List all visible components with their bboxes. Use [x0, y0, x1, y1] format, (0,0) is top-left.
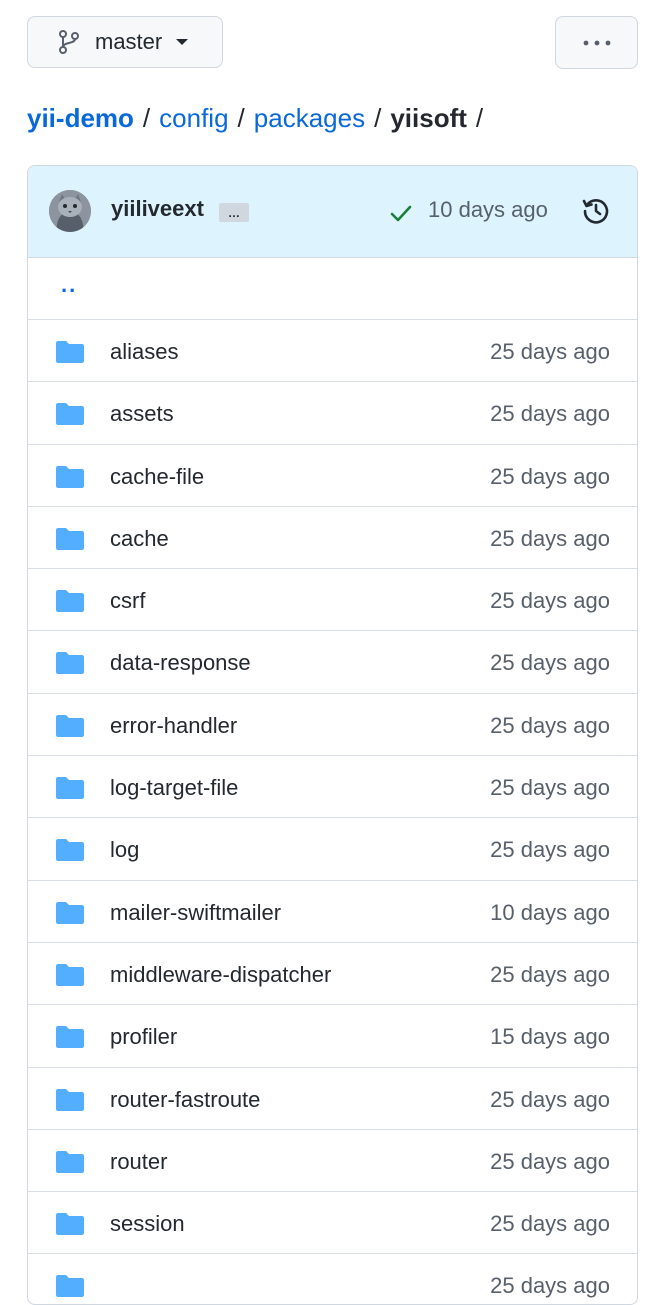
- history-icon[interactable]: [581, 196, 611, 226]
- chevron-down-icon: [176, 39, 189, 45]
- latest-commit-bar: yiiliveext … 10 days ago: [28, 166, 637, 258]
- file-name-link[interactable]: error-handler: [110, 713, 237, 739]
- folder-icon: [55, 714, 85, 738]
- breadcrumb-separator: /: [142, 102, 151, 133]
- folder-icon: [55, 651, 85, 675]
- parent-directory-row[interactable]: ..: [28, 258, 637, 320]
- file-commit-age[interactable]: 25 days ago: [490, 526, 610, 552]
- file-commit-age[interactable]: 25 days ago: [490, 713, 610, 739]
- file-row[interactable]: log-target-file 25 days ago: [28, 756, 637, 819]
- file-commit-age[interactable]: 25 days ago: [490, 962, 610, 988]
- expand-commit-message-button[interactable]: …: [219, 203, 249, 222]
- folder-icon: [55, 1025, 85, 1049]
- file-row[interactable]: cache 25 days ago: [28, 507, 637, 570]
- folder-icon: [55, 402, 85, 426]
- file-name-link[interactable]: mailer-swiftmailer: [110, 900, 281, 926]
- file-row[interactable]: data-response 25 days ago: [28, 631, 637, 694]
- breadcrumb-separator: /: [237, 102, 245, 133]
- file-commit-age[interactable]: 25 days ago: [490, 464, 610, 490]
- folder-icon: [55, 963, 85, 987]
- file-row[interactable]: profiler 15 days ago: [28, 1005, 637, 1068]
- branch-name: master: [95, 29, 163, 54]
- folder-icon: [55, 1212, 85, 1236]
- breadcrumb-repo-link[interactable]: yii-demo: [27, 103, 134, 134]
- folder-icon: [55, 589, 85, 613]
- file-name-link[interactable]: router-fastroute: [110, 1087, 260, 1113]
- file-name-link[interactable]: cache: [110, 526, 169, 552]
- folder-icon: [55, 527, 85, 551]
- folder-icon: [55, 465, 85, 489]
- git-branch-icon: [58, 29, 80, 55]
- folder-icon: [55, 901, 85, 925]
- branch-select-button[interactable]: master: [27, 16, 223, 68]
- file-name-link[interactable]: log: [110, 837, 139, 863]
- file-name-link[interactable]: log-target-file: [110, 775, 238, 801]
- file-row[interactable]: csrf 25 days ago: [28, 569, 637, 632]
- file-name-link[interactable]: data-response: [110, 650, 251, 676]
- check-icon[interactable]: [389, 201, 413, 225]
- file-name-link[interactable]: middleware-dispatcher: [110, 962, 331, 988]
- file-commit-age[interactable]: 25 days ago: [490, 588, 610, 614]
- commit-author-link[interactable]: yiiliveext: [111, 196, 204, 222]
- file-commit-age[interactable]: 25 days ago: [490, 1087, 610, 1113]
- parent-directory-link[interactable]: ..: [61, 272, 77, 298]
- file-commit-age[interactable]: 25 days ago: [490, 650, 610, 676]
- file-name-link[interactable]: profiler: [110, 1024, 177, 1050]
- file-browser: yiiliveext … 10 days ago .. aliases 25 da…: [27, 165, 638, 1305]
- file-commit-age[interactable]: 25 days ago: [490, 1211, 610, 1237]
- folder-icon: [55, 1274, 85, 1298]
- file-name-link[interactable]: session: [110, 1211, 185, 1237]
- breadcrumb-current: yiisoft: [390, 102, 467, 133]
- file-list: aliases 25 days ago assets 25 days ago cache…: [28, 320, 637, 1304]
- file-row[interactable]: cache-file 25 days ago: [28, 445, 637, 507]
- breadcrumb-packages-link[interactable]: packages: [254, 103, 365, 134]
- file-row[interactable]: log 25 days ago: [28, 818, 637, 881]
- file-commit-age[interactable]: 25 days ago: [490, 1273, 610, 1299]
- file-row[interactable]: router 25 days ago: [28, 1130, 637, 1193]
- breadcrumb-separator: /: [374, 102, 382, 133]
- folder-icon: [55, 776, 85, 800]
- file-row[interactable]: assets 25 days ago: [28, 382, 637, 445]
- file-commit-age[interactable]: 25 days ago: [490, 339, 610, 365]
- file-commit-age[interactable]: 15 days ago: [490, 1024, 610, 1050]
- file-commit-age[interactable]: 25 days ago: [490, 837, 610, 863]
- folder-icon: [55, 1088, 85, 1112]
- file-commit-age[interactable]: 25 days ago: [490, 401, 610, 427]
- breadcrumb-separator: /: [475, 102, 484, 133]
- file-row[interactable]: session 25 days ago: [28, 1192, 637, 1255]
- file-name-link[interactable]: csrf: [110, 588, 145, 614]
- breadcrumb: yii-demo / config / packages / yiisoft /: [27, 100, 492, 136]
- file-commit-age[interactable]: 25 days ago: [490, 1149, 610, 1175]
- folder-icon: [55, 1150, 85, 1174]
- file-row[interactable]: middleware-dispatcher 25 days ago: [28, 943, 637, 1006]
- file-name-link[interactable]: router: [110, 1149, 167, 1175]
- folder-icon: [55, 838, 85, 862]
- more-options-button[interactable]: [555, 16, 638, 69]
- folder-icon: [55, 340, 85, 364]
- file-row[interactable]: mailer-swiftmailer 10 days ago: [28, 881, 637, 943]
- commit-time[interactable]: 10 days ago: [428, 197, 548, 223]
- breadcrumb-config-link[interactable]: config: [159, 103, 228, 134]
- kebab-horizontal-icon: [583, 40, 610, 45]
- file-commit-age[interactable]: 10 days ago: [490, 900, 610, 926]
- file-name-link[interactable]: aliases: [110, 339, 178, 365]
- avatar[interactable]: [49, 190, 91, 232]
- file-row[interactable]: error-handler 25 days ago: [28, 694, 637, 757]
- file-row[interactable]: aliases 25 days ago: [28, 320, 637, 383]
- file-name-link[interactable]: assets: [110, 401, 174, 427]
- file-name-link[interactable]: cache-file: [110, 464, 204, 490]
- file-commit-age[interactable]: 25 days ago: [490, 775, 610, 801]
- file-row[interactable]: router-fastroute 25 days ago: [28, 1068, 637, 1130]
